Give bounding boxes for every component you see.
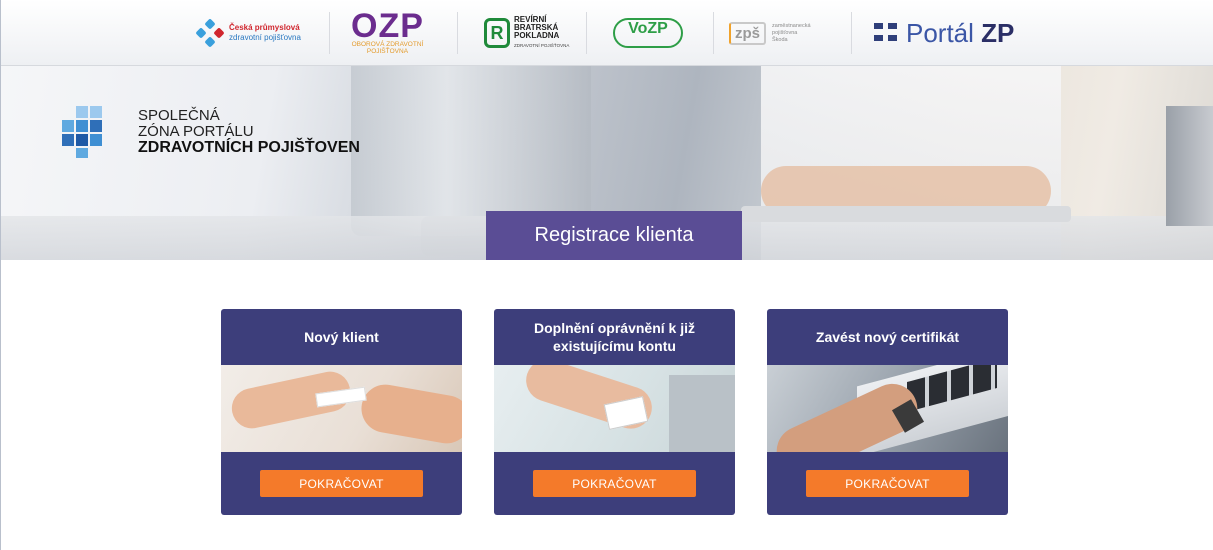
- zps-line-1: zaměstnanecká: [772, 22, 811, 29]
- cpzp-name: Česká průmyslová: [229, 23, 300, 32]
- portal-zp-logo[interactable]: Portál ZP: [874, 10, 1014, 56]
- divider: [851, 12, 852, 54]
- divider: [329, 12, 330, 54]
- hero-banner: SPOLEČNÁ ZÓNA PORTÁLU ZDRAVOTNÍCH POJIŠŤ…: [1, 66, 1213, 260]
- continue-button-new-certificate[interactable]: POKRAČOVAT: [806, 470, 969, 497]
- brand-line-3: ZDRAVOTNÍCH POJIŠŤOVEN: [138, 139, 360, 156]
- continue-button-extend-permissions[interactable]: POKRAČOVAT: [533, 470, 696, 497]
- divider: [457, 12, 458, 54]
- rbp-subtitle: ZDRAVOTNÍ POJIŠŤOVNA: [514, 43, 570, 48]
- card-image-usb-laptop: [767, 365, 1008, 452]
- card-title: Doplnění oprávnění k již existujícímu ko…: [533, 320, 696, 354]
- continue-button-new-client[interactable]: POKRAČOVAT: [260, 470, 423, 497]
- vozp-wordmark: VoZP: [613, 18, 683, 48]
- cpzp-subname: zdravotní pojišťovna: [229, 33, 301, 42]
- brand-line-1: SPOLEČNÁ: [138, 107, 220, 124]
- ozp-subtitle-1: OBOROVÁ ZDRAVOTNÍ: [351, 41, 424, 48]
- brand-line-2: ZÓNA PORTÁLU: [138, 123, 254, 140]
- ozp-wordmark: OZP: [351, 7, 424, 45]
- vozp-logo[interactable]: VoZP: [613, 10, 683, 56]
- page: Česká průmyslová zdravotní pojišťovna OZ…: [0, 0, 1213, 550]
- cpzp-cross-icon: [195, 18, 225, 48]
- portal-zp-wordmark: Portál ZP: [906, 17, 1015, 48]
- card-title: Zavést nový certifikát: [815, 329, 960, 345]
- divider: [586, 12, 587, 54]
- card-new-client: Nový klient POKRAČOVAT: [221, 309, 462, 515]
- card-image-hand-with-card: [494, 365, 735, 452]
- zps-line-3: Škoda: [772, 36, 788, 43]
- portal-zp-icon: [874, 23, 900, 43]
- zps-line-2: pojišťovna: [772, 29, 798, 36]
- zps-wordmark: zpš: [729, 21, 767, 45]
- ozp-logo[interactable]: OZP OBOROVÁ ZDRAVOTNÍ POJIŠŤOVNA: [351, 7, 424, 56]
- page-title: Registrace klienta: [486, 211, 742, 260]
- cpzp-logo[interactable]: Česká průmyslová zdravotní pojišťovna: [195, 10, 301, 56]
- rbp-r-icon: R: [484, 18, 510, 48]
- card-image-handing-card: [221, 365, 462, 452]
- card-extend-permissions: Doplnění oprávnění k již existujícímu ko…: [494, 309, 735, 515]
- insurer-logo-bar: Česká průmyslová zdravotní pojišťovna OZ…: [1, 0, 1213, 66]
- zps-logo[interactable]: zpš zaměstnanecká pojišťovna Škoda: [729, 10, 811, 56]
- hero-keyboard-image: [741, 206, 1071, 222]
- rbp-line-3: POKLADNA: [514, 31, 560, 40]
- ozp-subtitle-2: POJIŠŤOVNA: [366, 48, 409, 55]
- site-brand[interactable]: SPOLEČNÁ ZÓNA PORTÁLU ZDRAVOTNÍCH POJIŠŤ…: [56, 106, 360, 158]
- brand-cross-icon: [56, 106, 108, 158]
- rbp-logo[interactable]: R REVÍRNÍ BRATRSKÁ POKLADNA ZDRAVOTNÍ PO…: [484, 10, 569, 56]
- card-new-certificate: Zavést nový certifikát POKRAČOVAT: [767, 309, 1008, 515]
- divider: [713, 12, 714, 54]
- card-title: Nový klient: [304, 329, 379, 345]
